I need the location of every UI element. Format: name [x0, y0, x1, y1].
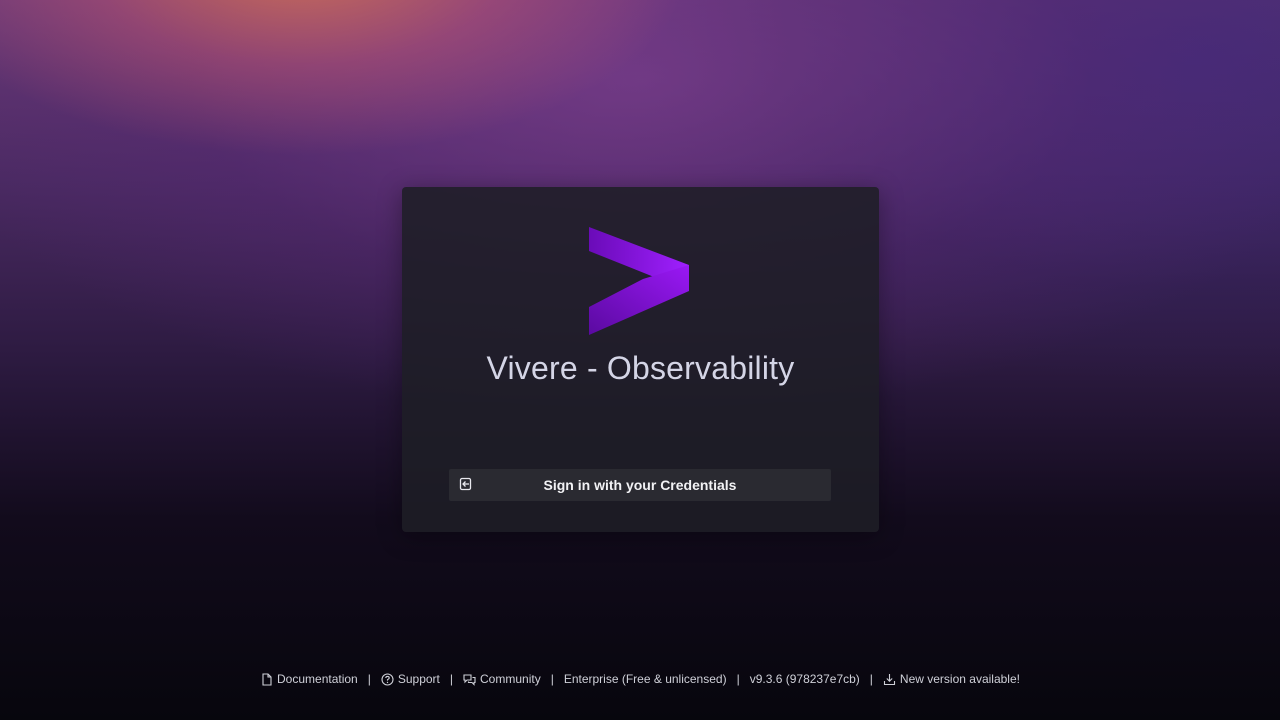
support-link[interactable]: Support: [381, 672, 440, 686]
community-link[interactable]: Community: [463, 672, 541, 686]
download-icon: [883, 673, 895, 685]
app-title: Vivere - Observability: [486, 350, 795, 386]
comments-icon: [463, 673, 476, 686]
support-label: Support: [397, 672, 440, 686]
footer: Documentation | Support | Community | En…: [0, 670, 1280, 688]
footer-separator: |: [550, 672, 554, 686]
new-version-label: New version available!: [899, 672, 1020, 686]
question-circle-icon: [381, 672, 394, 686]
documentation-label: Documentation: [277, 672, 358, 686]
footer-separator: |: [736, 672, 740, 686]
sign-in-credentials-button[interactable]: Sign in with your Credentials: [449, 469, 831, 501]
edition-text: Enterprise (Free & unlicensed): [563, 672, 727, 686]
footer-separator: |: [449, 672, 454, 686]
document-icon: [262, 672, 272, 686]
footer-separator: |: [869, 672, 873, 686]
documentation-link[interactable]: Documentation: [260, 672, 358, 686]
sign-in-icon: [459, 477, 472, 491]
sign-in-button-label: Sign in with your Credentials: [543, 477, 737, 493]
community-label: Community: [480, 672, 541, 686]
login-card: Vivere - Observability Sign in with your…: [402, 187, 879, 532]
version-text: v9.3.6 (978237e7cb): [749, 672, 860, 686]
footer-separator: |: [367, 672, 371, 686]
brand-logo-icon: [589, 227, 689, 335]
new-version-link[interactable]: New version available!: [883, 672, 1020, 686]
